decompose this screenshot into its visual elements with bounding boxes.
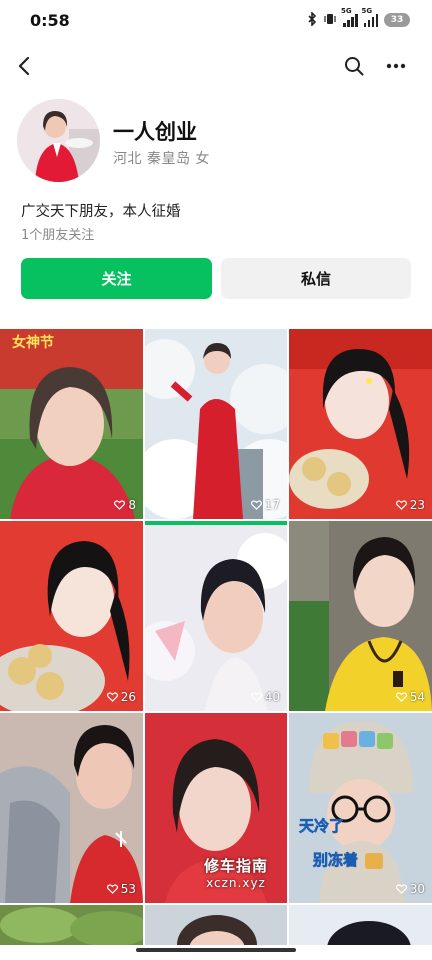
- svg-text:天冷了: 天冷了: [299, 817, 344, 835]
- chevron-left-icon: [18, 56, 30, 76]
- profile-bio: 广交天下朋友，本人征婚: [21, 204, 181, 220]
- like-count-value: 26: [120, 690, 136, 704]
- home-indicator[interactable]: [136, 948, 296, 952]
- follow-button[interactable]: 关注: [21, 258, 212, 299]
- video-tile[interactable]: 23: [289, 329, 432, 519]
- video-tile[interactable]: 54: [289, 521, 432, 711]
- watermark-line-1: 修车指南: [204, 857, 269, 875]
- search-icon: [345, 57, 364, 76]
- like-count-value: 53: [120, 882, 136, 896]
- profile-name: 一人创业: [113, 120, 197, 144]
- video-tile[interactable]: 53: [0, 713, 143, 903]
- like-count: 54: [395, 690, 425, 704]
- video-tile[interactable]: [289, 905, 432, 945]
- back-button[interactable]: [8, 50, 40, 82]
- like-count: 40: [250, 690, 280, 704]
- video-tile[interactable]: [0, 905, 143, 945]
- svg-text:女神节: 女神节: [12, 334, 54, 351]
- watermark: 修车指南 xczn.xyz: [204, 855, 268, 890]
- video-tile[interactable]: 天冷了 别冻着 30: [289, 713, 432, 903]
- status-icons: 5G 5G 33: [307, 7, 410, 30]
- friend-follow-count[interactable]: 1个朋友关注: [21, 224, 94, 243]
- like-count-value: 30: [409, 882, 425, 896]
- vibrate-icon: [323, 11, 337, 30]
- like-count: 30: [395, 882, 425, 896]
- status-bar: 0:58 5G 5G 33: [0, 0, 432, 40]
- video-tile[interactable]: 17: [145, 329, 287, 519]
- avatar[interactable]: [17, 99, 100, 182]
- video-tile[interactable]: 26: [0, 521, 143, 711]
- message-button[interactable]: 私信: [221, 258, 411, 299]
- search-button[interactable]: [338, 50, 370, 82]
- video-tile[interactable]: [145, 905, 287, 945]
- heart-icon: [250, 692, 262, 702]
- like-count: 8: [114, 498, 136, 512]
- heart-icon: [395, 692, 407, 702]
- svg-text:别冻着: 别冻着: [312, 851, 358, 869]
- heart-icon: [106, 884, 118, 894]
- heart-icon: [250, 500, 262, 510]
- watermark-line-2: xczn.xyz: [206, 876, 266, 890]
- like-count-value: 40: [264, 690, 280, 704]
- like-count: 53: [106, 882, 136, 896]
- signal-icon-1: 5G: [341, 7, 358, 27]
- heart-icon: [106, 692, 118, 702]
- like-count: 17: [250, 498, 280, 512]
- battery-icon: 33: [384, 13, 410, 27]
- like-count: 26: [106, 690, 136, 704]
- more-button[interactable]: [380, 50, 412, 82]
- video-tile[interactable]: 女神节 8: [0, 329, 143, 519]
- top-nav: [0, 46, 432, 86]
- like-count: 23: [395, 498, 425, 512]
- status-time: 0:58: [30, 10, 70, 30]
- heart-icon: [114, 500, 126, 510]
- signal-1-label: 5G: [341, 7, 352, 15]
- more-dots-icon: [386, 63, 406, 69]
- like-count-value: 54: [409, 690, 425, 704]
- profile-location: 河北 秦皇岛 女: [113, 151, 210, 167]
- bluetooth-icon: [307, 10, 317, 30]
- signal-2-label: 5G: [361, 7, 373, 15]
- like-count-value: 23: [409, 498, 425, 512]
- heart-icon: [395, 500, 407, 510]
- like-count-value: 17: [264, 498, 280, 512]
- video-tile[interactable]: 40: [145, 521, 287, 711]
- heart-icon: [395, 884, 407, 894]
- signal-icon-2: 5G: [362, 7, 378, 27]
- like-count-value: 8: [128, 498, 136, 512]
